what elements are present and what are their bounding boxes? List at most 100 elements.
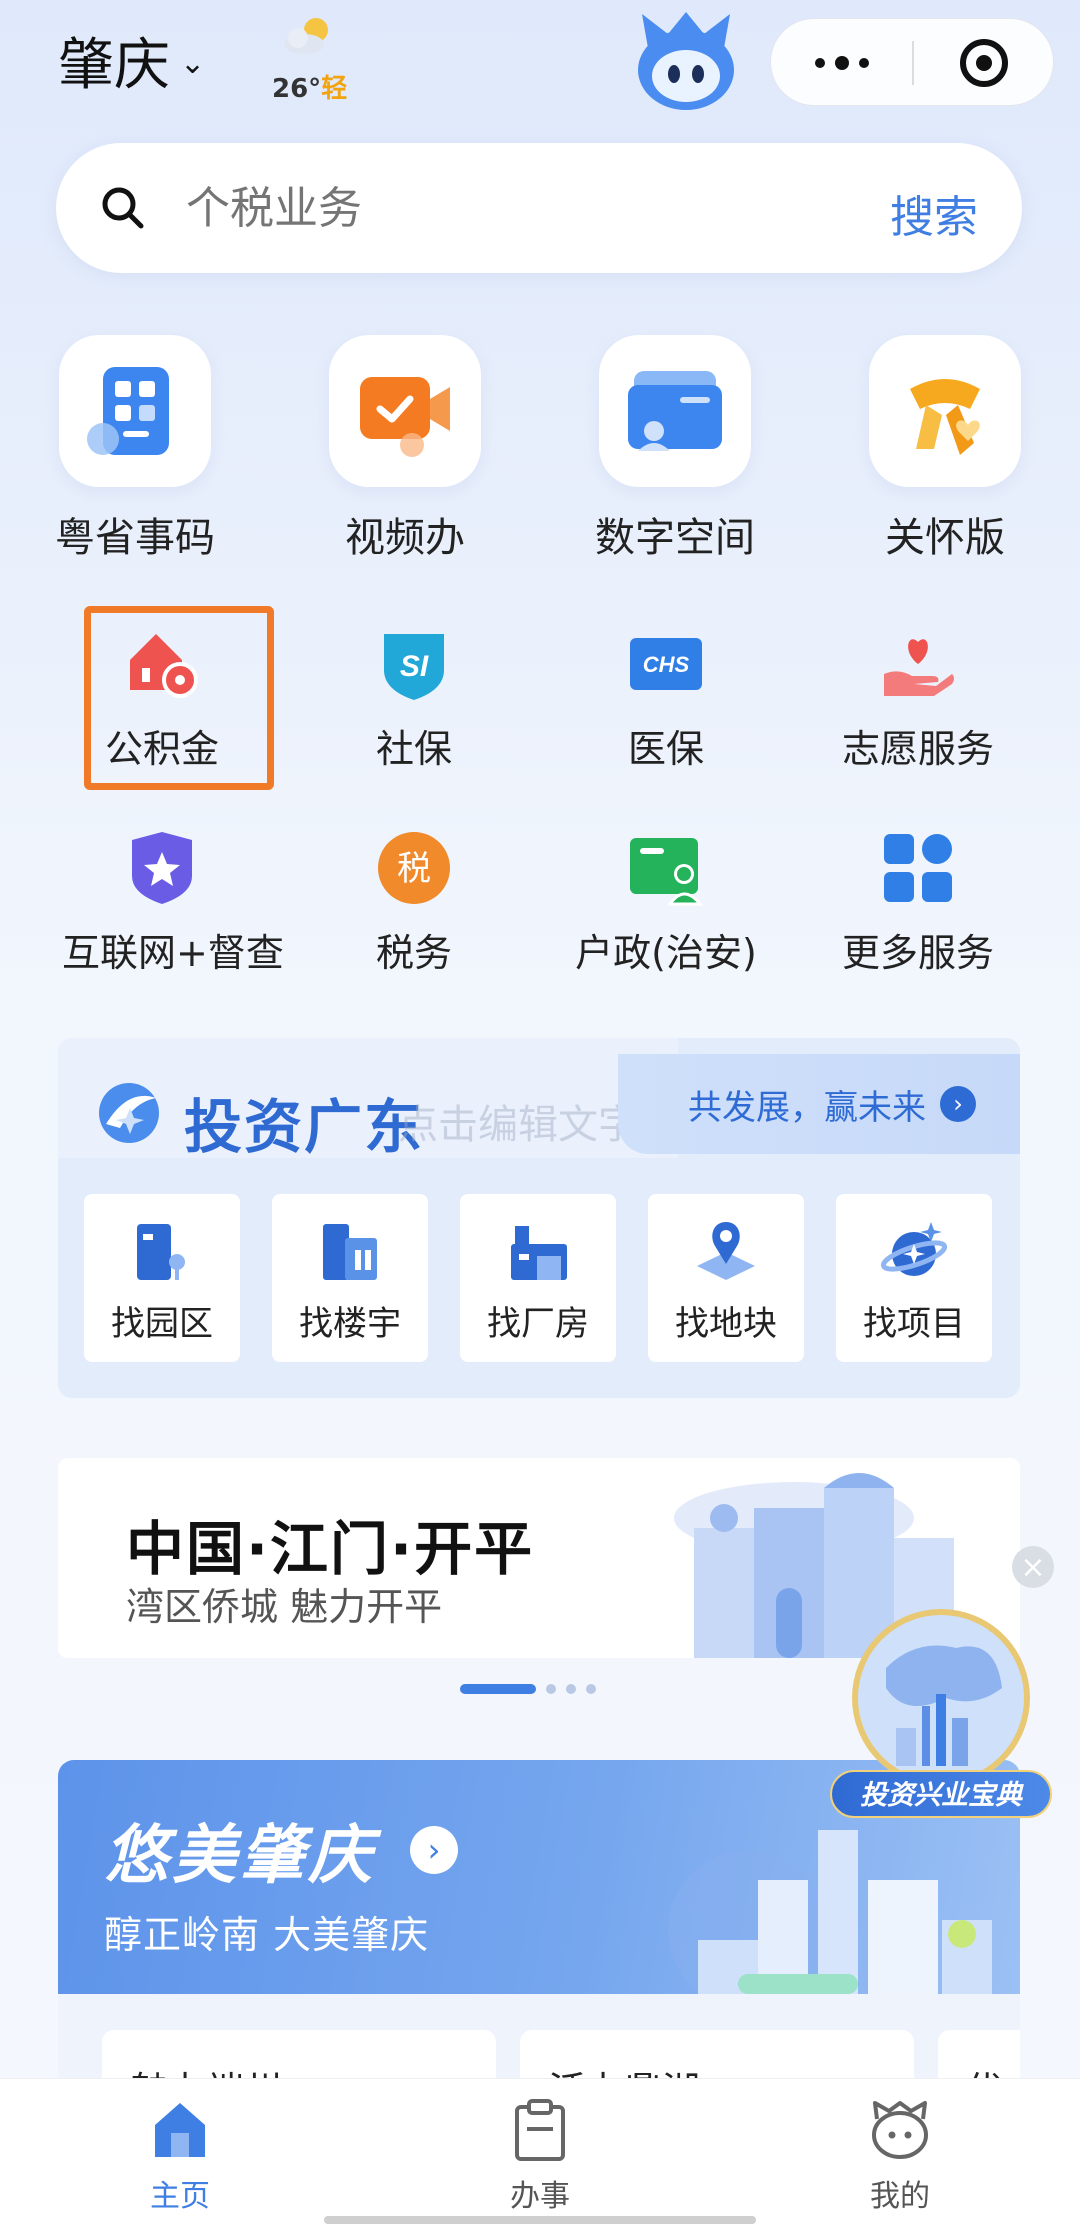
factory-icon xyxy=(503,1216,573,1286)
mascot-icon[interactable] xyxy=(628,8,744,112)
bottom-tab-bar: 主页 办事 我的 xyxy=(0,2078,1080,2228)
quick-item-yueshengshi[interactable]: 粤省事码 xyxy=(40,335,230,565)
tab-label: 主页 xyxy=(150,2179,210,2214)
city-skyline-illustration xyxy=(668,1830,992,1994)
invest-find-building[interactable]: 找楼宇 xyxy=(272,1194,428,1362)
investment-guide-label: 投资兴业宝典 xyxy=(830,1770,1052,1818)
invest-find-park[interactable]: 找园区 xyxy=(84,1194,240,1362)
district-cards: 魅力端州 活力鼎湖 优 xyxy=(58,1994,1020,2078)
quick-item-label: 关怀版 xyxy=(885,515,1005,561)
service-more[interactable]: 更多服务 xyxy=(818,828,1018,988)
search-icon xyxy=(102,187,144,229)
quick-item-digital-space[interactable]: 数字空间 xyxy=(580,335,770,565)
district-card-label: 活力鼎湖 xyxy=(548,2060,700,2078)
service-label: 户政(治安) xyxy=(575,931,757,975)
quick-item-label: 视频办 xyxy=(345,515,465,561)
top-bar: 肇庆 ⌄ 26°轻 xyxy=(0,0,1080,140)
exit-target-icon[interactable] xyxy=(913,19,1055,107)
service-label: 更多服务 xyxy=(841,931,994,975)
qr-code-icon xyxy=(59,335,211,487)
service-label: 社保 xyxy=(375,727,452,771)
heart-hand-icon xyxy=(878,624,958,704)
tax-icon: 税 xyxy=(374,828,454,908)
social-security-icon-text: SI xyxy=(400,650,429,683)
banner-subtitle: 湾区侨城 魅力开平 xyxy=(126,1585,443,1629)
district-card-label: 优 xyxy=(966,2060,1004,2078)
tab-label: 我的 xyxy=(870,2179,930,2214)
invest-find-label: 找楼宇 xyxy=(299,1304,401,1344)
chevron-right-icon[interactable]: › xyxy=(410,1826,458,1874)
district-card-label: 魅力端州 xyxy=(130,2060,282,2078)
service-tax[interactable]: 税 税务 xyxy=(314,828,514,988)
medical-insurance-icon: CHS xyxy=(626,624,706,704)
park-building-icon xyxy=(127,1216,197,1286)
search-input[interactable] xyxy=(186,173,786,243)
office-building-icon xyxy=(315,1216,385,1286)
service-supervision[interactable]: 互联网+督查 xyxy=(62,828,284,988)
service-household-registration[interactable]: 户政(治安) xyxy=(566,828,766,988)
search-button[interactable]: 搜索 xyxy=(890,181,978,245)
service-volunteer[interactable]: 志愿服务 xyxy=(818,624,1018,784)
highlight-frame xyxy=(84,606,274,790)
quick-item-video[interactable]: 视频办 xyxy=(310,335,500,565)
quick-item-care-mode[interactable]: 关怀版 xyxy=(850,335,1040,565)
search-bar: 搜索 xyxy=(56,143,1022,273)
tab-services[interactable]: 办事 xyxy=(440,2097,640,2215)
city-name: 肇庆 xyxy=(58,33,170,98)
invest-logo-icon xyxy=(99,1083,159,1143)
project-planet-icon xyxy=(879,1216,949,1286)
invest-find-factory[interactable]: 找厂房 xyxy=(460,1194,616,1362)
tab-home[interactable]: 主页 xyxy=(80,2097,280,2215)
youmei-title: 悠美肇庆 xyxy=(104,1819,376,1893)
invest-find-label: 找厂房 xyxy=(487,1304,589,1344)
placeholder-edit-text: 点击编辑文字 xyxy=(398,1102,638,1148)
invest-find-land[interactable]: 找地块 xyxy=(648,1194,804,1362)
banner-title: 中国·江门·开平 xyxy=(126,1515,535,1583)
service-medical-insurance[interactable]: CHS 医保 xyxy=(566,624,766,784)
district-card[interactable]: 优 xyxy=(938,2030,1020,2078)
quick-item-label: 数字空间 xyxy=(595,515,755,561)
carousel-indicator xyxy=(460,1682,596,1696)
chevron-right-icon: › xyxy=(940,1086,976,1122)
invest-find-label: 找项目 xyxy=(863,1304,965,1344)
weather-widget[interactable]: 26°轻 xyxy=(270,10,360,104)
invest-title: 投资广东 xyxy=(184,1093,425,1161)
city-selector[interactable]: 肇庆 ⌄ xyxy=(58,20,205,101)
invest-find-project[interactable]: 找项目 xyxy=(836,1194,992,1362)
grid-icon xyxy=(878,828,958,908)
tab-label: 办事 xyxy=(510,2179,570,2214)
district-card[interactable]: 魅力端州 xyxy=(102,2030,496,2078)
home-icon xyxy=(155,2103,205,2157)
invest-slogan: 共发展，赢未来 xyxy=(688,1087,926,1128)
tax-icon-text: 税 xyxy=(397,849,431,889)
clipboard-icon xyxy=(515,2099,565,2161)
invest-slogan-link[interactable]: 共发展，赢未来 › xyxy=(618,1054,1020,1154)
land-pin-icon xyxy=(691,1216,761,1286)
service-label: 互联网+督查 xyxy=(62,931,284,975)
mascot-face-icon xyxy=(872,2101,928,2159)
quick-item-label: 粤省事码 xyxy=(55,515,215,561)
air-quality: 轻 xyxy=(321,74,348,104)
service-label: 志愿服务 xyxy=(841,727,994,771)
invest-find-label: 找地块 xyxy=(675,1304,777,1344)
star-shield-icon xyxy=(122,828,202,908)
close-float-icon[interactable]: × xyxy=(1012,1546,1054,1588)
social-security-icon: SI xyxy=(374,624,454,704)
invest-guangdong-panel: 投资广东 点击编辑文字 共发展，赢未来 › 找园区 找楼宇 找厂房 找地块 找项… xyxy=(58,1038,1020,1398)
chevron-down-icon: ⌄ xyxy=(180,46,206,81)
tab-mine[interactable]: 我的 xyxy=(800,2097,1000,2215)
service-label: 医保 xyxy=(627,727,704,771)
service-social-security[interactable]: SI 社保 xyxy=(314,624,514,784)
scarf-heart-icon xyxy=(869,335,1021,487)
weather-temp: 26°轻 xyxy=(272,74,348,104)
invest-find-label: 找园区 xyxy=(111,1304,213,1344)
more-options-icon[interactable] xyxy=(771,19,913,107)
investment-guide-globe-icon xyxy=(852,1609,1030,1787)
quick-entry-row: 粤省事码 视频办 数字空间 关怀版 xyxy=(40,335,1050,565)
investment-guide-float[interactable]: 投资兴业宝典 xyxy=(826,1598,1056,1820)
video-camera-icon xyxy=(329,335,481,487)
youmei-subtitle: 醇正岭南 大美肇庆 xyxy=(104,1913,430,1957)
folder-user-icon xyxy=(599,335,751,487)
district-card[interactable]: 活力鼎湖 xyxy=(520,2030,914,2078)
id-card-icon xyxy=(626,828,706,908)
